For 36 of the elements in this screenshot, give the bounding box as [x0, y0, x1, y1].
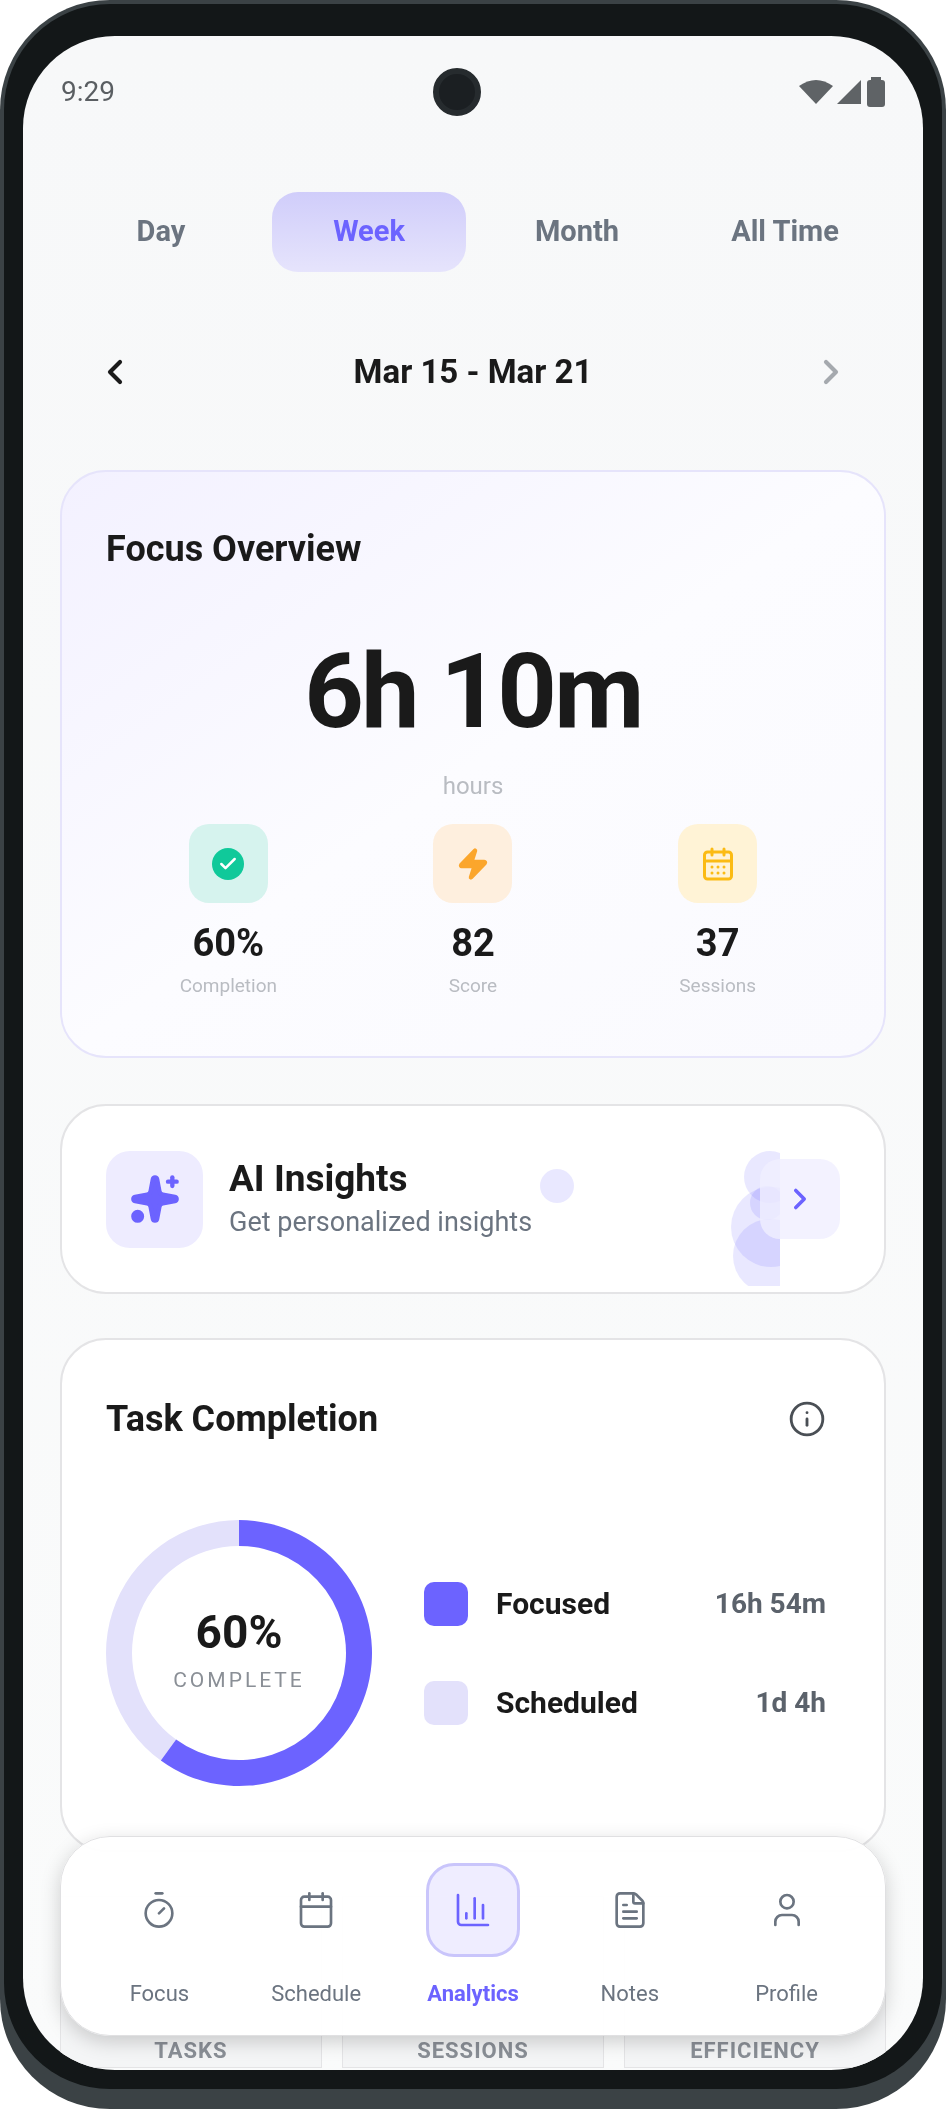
ai-insights-card[interactable]: AI Insights Get personalized insights	[60, 1104, 886, 1294]
stat-value: 82	[451, 920, 495, 967]
stat-value: 37	[695, 920, 740, 967]
nav-item[interactable]: Analytics	[403, 1862, 543, 2010]
summary-label: EFFICIENCY	[690, 2039, 820, 2063]
info-icon[interactable]	[788, 1400, 826, 1438]
period-tab[interactable]: Month	[480, 192, 674, 272]
stat-label: Completion	[179, 973, 278, 999]
status-time: 9:29	[61, 74, 115, 110]
camera-hole	[433, 68, 481, 116]
stat-label: Sessions	[679, 973, 757, 999]
insights-title: AI Insights	[229, 1155, 409, 1202]
nav-item[interactable]: Profile	[716, 1862, 857, 2010]
legend-label: Focused	[496, 1585, 611, 1623]
nav-item[interactable]: Schedule	[246, 1862, 387, 2010]
donut-percent: 60%	[195, 1609, 283, 1656]
donut-caption: COMPLETE	[173, 1667, 305, 1695]
legend-value: 16h 54m	[714, 1585, 826, 1622]
period-tab[interactable]: Week	[272, 192, 466, 272]
period-tab[interactable]: Day	[64, 192, 258, 272]
nav-item[interactable]: Focus	[89, 1862, 230, 2010]
card-title: Task Completion	[106, 1397, 379, 1442]
total-unit: hours	[441, 771, 505, 802]
card-title: Focus Overview	[106, 527, 363, 572]
date-range: Mar 15 - Mar 21	[353, 351, 593, 394]
stat-label: Score	[448, 973, 498, 999]
total-focus-time: 6h 10m	[303, 640, 643, 744]
sparkles-icon	[128, 1173, 181, 1225]
nav-item[interactable]: Notes	[559, 1862, 700, 2010]
stat-value: 60%	[192, 920, 265, 967]
legend-value: 1d 4h	[755, 1684, 826, 1721]
legend-label: Scheduled	[496, 1684, 638, 1722]
summary-label: TASKS	[154, 2039, 228, 2063]
insights-subtitle: Get personalized insights	[229, 1204, 533, 1240]
summary-label: SESSIONS	[417, 2039, 529, 2063]
period-tab[interactable]: All Time	[688, 192, 882, 272]
